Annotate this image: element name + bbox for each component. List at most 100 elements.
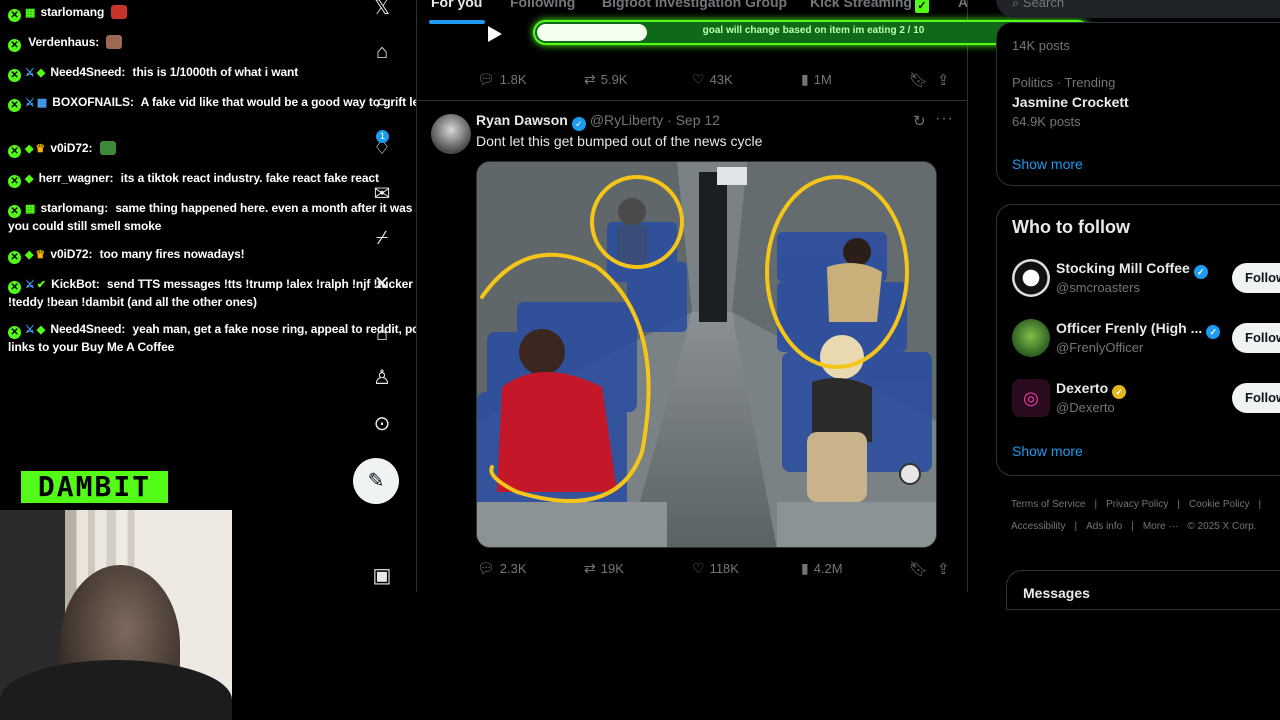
close-icon: ✕: [8, 39, 21, 52]
account-name[interactable]: Dexerto ✓: [1056, 380, 1130, 399]
more-icon[interactable]: ⊙: [368, 410, 396, 438]
post-author-handle[interactable]: @RyLiberty: [590, 112, 663, 128]
share-icon[interactable]: ⇪: [937, 560, 950, 578]
emote-icon: [99, 141, 116, 155]
account-name[interactable]: Stocking Mill Coffee ✓: [1056, 260, 1212, 279]
diamond-badge-icon: ◆: [25, 249, 34, 261]
post-divider: [417, 100, 967, 101]
follow-show-more-link[interactable]: Show more: [1012, 443, 1083, 459]
explore-icon[interactable]: ⌕: [368, 88, 396, 116]
chat-username: herr_wagner:: [38, 171, 114, 185]
views-button[interactable]: ▮ 1M: [801, 71, 832, 88]
trend-post-count: 14K posts: [1012, 38, 1070, 53]
profile-icon[interactable]: ♙: [368, 364, 396, 392]
ads-info-link[interactable]: Ads info: [1086, 521, 1122, 532]
account-avatar-icon[interactable]: ▣: [368, 562, 396, 590]
grid-badge-icon: ▦: [36, 97, 48, 109]
privacy-link[interactable]: Privacy Policy: [1106, 499, 1168, 510]
crown-badge-icon: ♛: [35, 249, 46, 261]
who-to-follow-title: Who to follow: [1012, 217, 1130, 237]
like-button[interactable]: ♡ 43K: [692, 71, 733, 88]
reply-button[interactable]: 💬︎ 1.8K: [477, 71, 527, 88]
diamond-badge-icon: ◆: [36, 67, 46, 79]
post-date[interactable]: · Sep 12: [667, 112, 720, 128]
view-count: 1M: [813, 72, 832, 87]
dexerto-logo-icon: ◎: [1023, 388, 1039, 408]
post-actions: 💬︎ 2.3K ⇄ 19K ♡ 118K ▮ 4.2M 🔖︎ ⇪: [477, 560, 967, 580]
diamond-badge-icon: ◆: [25, 143, 34, 155]
home-icon[interactable]: ⌂: [368, 38, 396, 66]
follow-button[interactable]: Follow: [1232, 323, 1280, 353]
notification-badge: 1: [376, 130, 389, 143]
views-button[interactable]: ▮ 4.2M: [801, 560, 843, 577]
messages-title: Messages: [1023, 585, 1090, 601]
chat-text: its a tiktok react industry. fake react …: [120, 171, 379, 185]
verified-icon: ✓: [1193, 265, 1208, 279]
messages-drawer[interactable]: Messages: [1006, 570, 1280, 610]
chat-username: v0iD72:: [50, 141, 93, 155]
tab-more[interactable]: A: [958, 0, 967, 10]
cookie-link[interactable]: Cookie Policy: [1189, 499, 1250, 510]
webcam-feed: [0, 510, 232, 720]
compose-post-button[interactable]: ✎: [353, 458, 399, 504]
trends-card: 14K posts Politics · Trending Jasmine Cr…: [996, 22, 1280, 186]
tab-following[interactable]: Following: [510, 0, 575, 10]
close-icon: ✕: [8, 145, 21, 158]
bookmark-icon[interactable]: 🔖︎: [909, 560, 928, 578]
repost-count: 19K: [600, 561, 624, 576]
tab-kick-streaming[interactable]: Kick Streaming ✓: [810, 0, 929, 13]
more-link[interactable]: More ···: [1143, 521, 1179, 532]
accessibility-link[interactable]: Accessibility: [1011, 521, 1065, 532]
post-video-media[interactable]: [476, 161, 937, 548]
verified-icon: ✓: [1206, 325, 1221, 339]
follow-button[interactable]: Follow: [1232, 383, 1280, 413]
account-avatar[interactable]: ◎: [1012, 379, 1050, 417]
chat-text: too many fires nowadays!: [99, 247, 245, 261]
tab-bigfoot-investigation-group[interactable]: Bigfoot Investigation Group: [602, 0, 787, 10]
post-author-name[interactable]: Ryan Dawson: [476, 112, 568, 128]
sword-badge-icon: ⚔: [25, 324, 35, 336]
account-handle: @Dexerto: [1056, 400, 1115, 415]
account-avatar[interactable]: [1012, 319, 1050, 357]
grok-explain-icon[interactable]: ↻: [913, 112, 926, 130]
close-icon: ✕: [8, 9, 21, 22]
trends-show-more-link[interactable]: Show more: [1012, 156, 1083, 172]
account-name[interactable]: Officer Frenly (High ... ✓: [1056, 320, 1224, 339]
reply-count: 1.8K: [499, 72, 527, 87]
grok-icon[interactable]: ⌿: [368, 224, 396, 252]
premium-icon[interactable]: ⌂: [368, 320, 396, 348]
check-badge-icon: ✔: [36, 279, 46, 291]
x-logo-icon[interactable]: 𝕏: [368, 0, 396, 22]
reply-button[interactable]: 💬︎ 2.3K: [477, 560, 527, 577]
messages-icon[interactable]: ✉: [368, 180, 396, 208]
post-more-icon[interactable]: ···: [935, 110, 954, 128]
account-avatar[interactable]: [1012, 259, 1050, 297]
like-button[interactable]: ♡ 118K: [692, 560, 739, 577]
repost-button[interactable]: ⇄ 5.9K: [584, 71, 627, 88]
share-icon[interactable]: ⇪: [937, 71, 950, 89]
tab-for-you[interactable]: For you: [431, 0, 482, 10]
prev-post-actions: 💬︎ 1.8K ⇄ 5.9K ♡ 43K ▮ 1M 🔖︎ ⇪: [477, 71, 967, 91]
views-icon: ▮: [801, 71, 809, 87]
subscriber-badge-icon: ▦: [25, 203, 36, 215]
crown-badge-icon: ♛: [35, 143, 46, 155]
follow-button[interactable]: Follow: [1232, 263, 1280, 293]
account-handle: @FrenlyOfficer: [1056, 340, 1144, 355]
copyright: © 2025 X Corp.: [1187, 521, 1257, 532]
chat-username: starlomang:: [40, 201, 109, 215]
repost-button[interactable]: ⇄ 19K: [584, 560, 624, 577]
sword-badge-icon: ⚔: [25, 67, 35, 79]
play-icon[interactable]: [488, 26, 502, 42]
footer-separator: |: [1131, 521, 1134, 532]
like-count: 118K: [709, 561, 739, 576]
view-count: 4.2M: [813, 561, 843, 576]
chat-username: Verdenhaus:: [28, 35, 100, 49]
bookmark-icon[interactable]: 🔖︎: [909, 71, 928, 89]
reply-count: 2.3K: [499, 561, 527, 576]
trend-name[interactable]: Jasmine Crockett: [1012, 94, 1129, 110]
communities-icon[interactable]: ✕: [368, 270, 396, 298]
close-icon: ✕: [8, 205, 21, 218]
post-author-avatar[interactable]: [431, 114, 471, 154]
search-placeholder: ⌕ Search: [1012, 0, 1064, 11]
terms-link[interactable]: Terms of Service: [1011, 499, 1085, 510]
